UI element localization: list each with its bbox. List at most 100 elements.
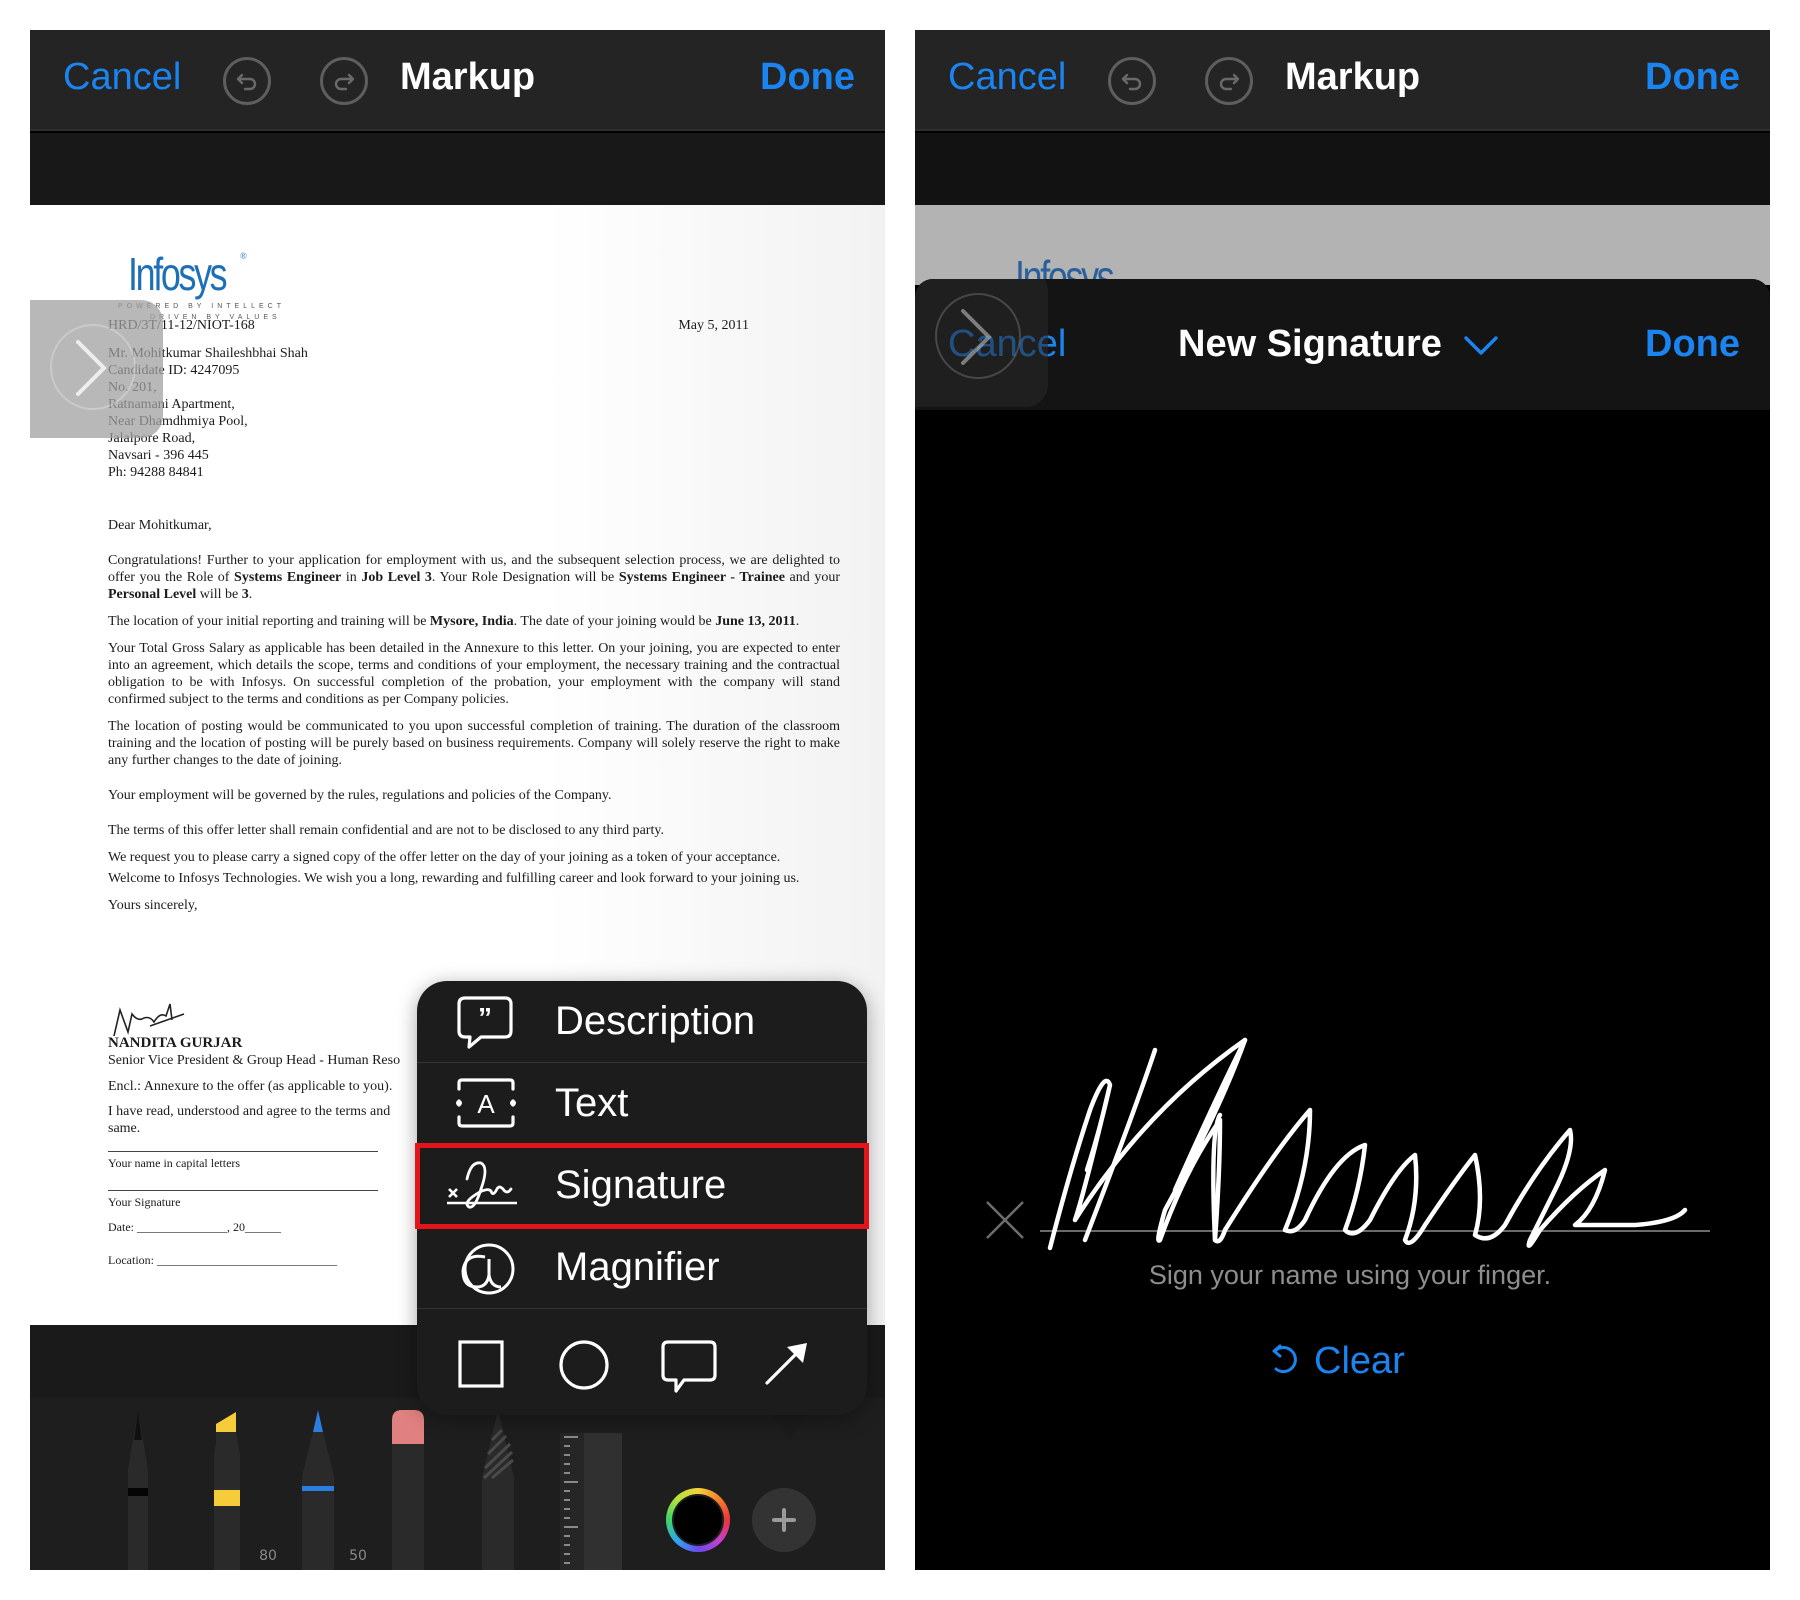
eraser-tool[interactable] [388,1410,428,1570]
signer-name: NANDITA GURJAR [108,1035,243,1051]
markup-nav-bar: Cancel Markup Done [30,30,885,131]
square-icon [458,1340,504,1388]
paragraph: The location of your initial reporting a… [108,614,800,629]
paragraph: Your employment will be governed by the … [108,788,612,803]
location-field-label: Location: ______________________________ [108,1253,337,1267]
logo-text: Infosys [128,248,228,300]
clear-button[interactable]: Clear [1270,1340,1405,1383]
name-line [108,1151,378,1152]
menu-item-signature[interactable]: Signature [415,1143,869,1229]
text-box-icon: A [456,1078,516,1128]
ruler-tool[interactable] [560,1433,622,1570]
redo-button[interactable] [320,57,368,105]
menu-item-label: Description [555,999,756,1043]
chevron-down-icon[interactable] [1463,335,1499,357]
signature-done-button[interactable]: Done [1645,323,1740,366]
address-line: Navsari - 396 445 [108,448,209,463]
acceptance-block: Encl.: Annexure to the offer (as applica… [108,1078,448,1269]
circle-icon [559,1340,609,1390]
square-shape-button[interactable] [457,1339,505,1394]
menu-item-label: Signature [555,1163,727,1207]
speech-bubble-shape-button[interactable] [660,1339,718,1400]
paragraph: Your Total Gross Salary as applicable ha… [108,641,840,707]
quote-bubble-icon: ” [457,996,513,1049]
pencil-tool[interactable]: 50 [298,1410,367,1570]
drawn-signature [1047,1037,1688,1251]
chevron-right-icon [76,340,107,396]
menu-item-text[interactable]: A Text [417,1063,867,1145]
menu-item-description[interactable]: ” Description [417,981,867,1063]
redo-icon [1219,73,1240,91]
page-thumbnail-toggle[interactable] [915,279,1048,407]
paragraph: We request you to please carry a signed … [108,850,781,865]
existing-signature [113,1003,185,1037]
color-picker-button[interactable] [666,1488,730,1552]
pencil-icon [302,1410,334,1570]
menu-item-label: Magnifier [555,1245,720,1289]
highlighter-opacity: 80 [259,1548,277,1564]
cancel-button[interactable]: Cancel [948,56,1066,99]
highlighter-icon [214,1412,240,1570]
paragraph: The location of posting would be communi… [108,719,840,768]
speech-bubble-icon [661,1340,717,1393]
lasso-icon [482,1410,514,1570]
pen-icon [128,1410,148,1570]
menu-item-magnifier[interactable]: Magnifier [417,1227,867,1309]
dimmed-document: Infosys [915,205,1770,285]
done-button[interactable]: Done [1645,56,1740,99]
chevron-right-icon [961,309,992,365]
registered-mark: ® [240,251,247,261]
closing: Yours sincerely, [108,898,198,913]
clear-label: Clear [1314,1340,1405,1382]
arrow-shape-button[interactable] [763,1339,811,1392]
drawing-toolbar: 80 50 [30,1398,885,1570]
agreement-text-cont: same. [108,1121,141,1136]
ruler-icon [560,1433,622,1570]
salutation: Dear Mohitkumar, [108,518,212,533]
markup-title: Markup [1285,56,1421,98]
pencil-opacity: 50 [349,1548,367,1564]
toolbar-spacer [915,133,1770,205]
eraser-icon [392,1410,424,1570]
undo-button[interactable] [223,57,271,105]
signer-block: NANDITA GURJAR Senior Vice President & G… [108,1035,400,1069]
redo-button[interactable] [1205,57,1253,105]
enclosure: Encl.: Annexure to the offer (as applica… [108,1079,393,1094]
redo-icon [334,73,355,91]
arrow-icon [765,1343,807,1385]
undo-icon [236,73,257,91]
signature-canvas[interactable]: Sign your name using your finger. Clear [915,410,1770,1570]
markup-screen-menu: Cancel Markup Done Infosys ® POWERED BY … [30,30,885,1570]
new-signature-screen: Cancel Markup Done Infosys Cancel New Si… [915,30,1770,1570]
done-button[interactable]: Done [760,56,855,99]
highlighter-tool[interactable]: 80 [208,1410,277,1570]
add-annotation-button[interactable] [752,1488,816,1552]
signature-label: Your Signature [108,1195,181,1209]
paragraph: Welcome to Infosys Technologies. We wish… [108,871,800,886]
letter-date: May 5, 2011 [678,318,749,333]
signature-hint: Sign your name using your finger. [1148,1260,1552,1290]
markup-nav-bar: Cancel Markup Done [915,30,1770,131]
toolbar-spacer [30,133,885,205]
signer-title: Senior Vice President & Group Head - Hum… [108,1053,401,1068]
pen-tool[interactable] [118,1410,158,1570]
lasso-tool[interactable] [478,1410,518,1570]
svg-text:A: A [477,1089,495,1119]
menu-item-label: Text [555,1081,629,1125]
agreement-text: I have read, understood and agree to the… [108,1104,391,1119]
undo-icon [1121,73,1142,91]
signature-icon [447,1161,517,1209]
cancel-button[interactable]: Cancel [63,56,181,99]
signature-sheet: Cancel New Signature Done Sign your name… [915,279,1770,1570]
paragraph: Congratulations! Further to your applica… [108,553,840,602]
signature-line [108,1190,378,1191]
clear-rotate-icon [1272,1344,1297,1374]
paragraph: The terms of this offer letter shall rem… [108,823,664,838]
undo-button[interactable] [1108,57,1156,105]
add-annotation-menu: ” Description A Text Signature Magnifier [415,981,869,1415]
circle-shape-button[interactable] [558,1339,610,1396]
page-thumbnail-toggle[interactable] [30,300,163,438]
markup-title: Markup [400,56,536,98]
svg-text:”: ” [478,1002,492,1033]
signature-sheet-title[interactable]: New Signature [1178,323,1442,366]
